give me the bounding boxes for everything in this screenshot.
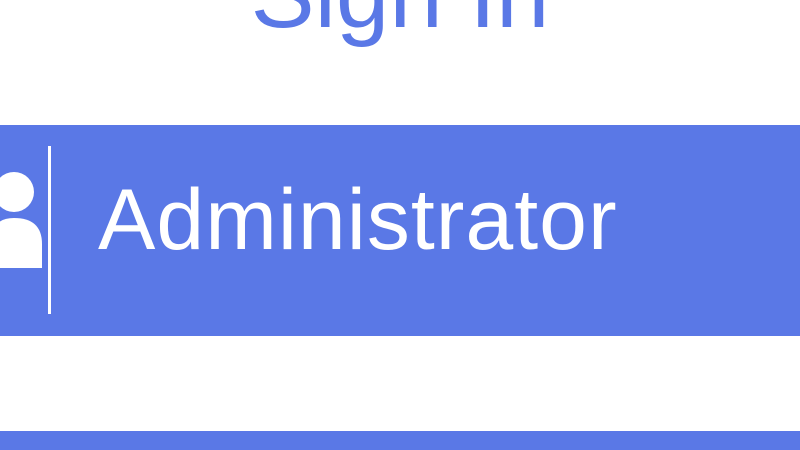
sign-in-title: Sign In (0, 0, 800, 50)
username-value[interactable]: Administrator (98, 170, 618, 270)
field-divider (48, 146, 51, 314)
user-icon (0, 172, 42, 268)
sign-in-page: Sign In Administrator (0, 0, 800, 450)
password-field[interactable] (0, 431, 800, 450)
